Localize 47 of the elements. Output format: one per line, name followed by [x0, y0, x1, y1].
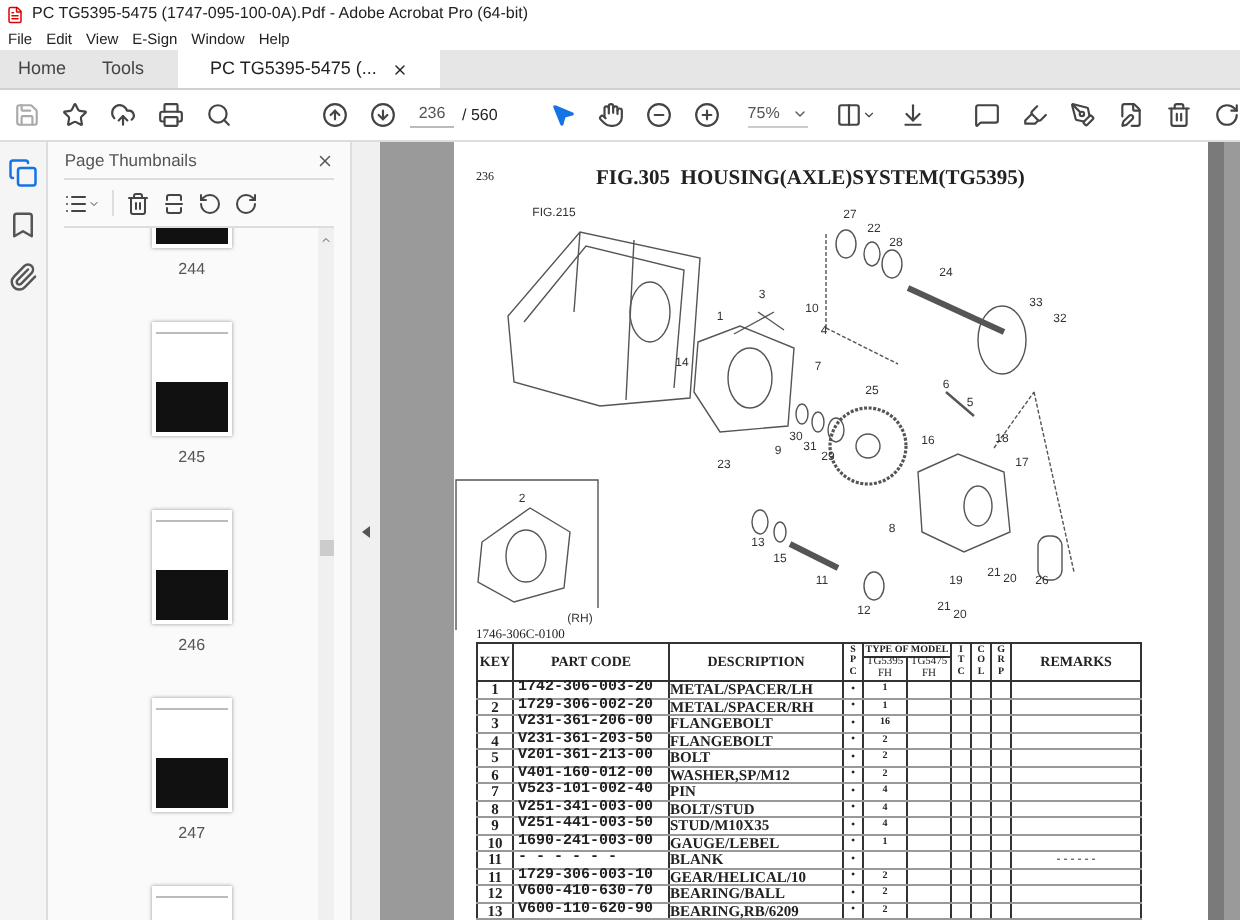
panel-title: Page Thumbnails: [64, 147, 197, 173]
page-total: / 560: [462, 103, 498, 127]
page-label: 246: [178, 634, 206, 658]
arrow-down-icon[interactable]: [370, 102, 396, 128]
page-thumbnail[interactable]: [151, 698, 232, 812]
zoom-dropdown[interactable]: 75%: [747, 102, 808, 128]
cloud-upload-icon[interactable]: [110, 102, 136, 128]
search-icon[interactable]: [206, 102, 232, 128]
bookmark-icon[interactable]: [8, 210, 39, 240]
caret-icon: [791, 106, 808, 122]
page-thumbnail[interactable]: [151, 322, 232, 436]
collapse-icon[interactable]: [362, 525, 371, 537]
page-layout-icon[interactable]: [835, 102, 876, 128]
print-icon[interactable]: [158, 102, 184, 128]
scroll-down-icon[interactable]: [899, 102, 926, 128]
rotate-right-icon[interactable]: [234, 191, 259, 215]
window-title: PC TG5395-5475 (1747-095-100-0A).Pdf - Adobe Acrobat Pro (64-bit): [32, 2, 528, 26]
trash-icon[interactable]: [1165, 102, 1192, 128]
hand-icon[interactable]: [597, 102, 624, 128]
edit-file-icon[interactable]: [1117, 102, 1144, 128]
scrollbar[interactable]: [318, 228, 335, 920]
page-thumbnail[interactable]: [151, 510, 232, 624]
pen-icon[interactable]: [1069, 102, 1096, 128]
figure-title: FIG.305 HOUSING(AXLE)SYSTEM(TG5395): [596, 170, 1025, 191]
scrollbar-thumb[interactable]: [319, 540, 334, 556]
close-icon[interactable]: [392, 61, 409, 77]
page-number-field[interactable]: 236: [410, 102, 454, 128]
page-label: 247: [178, 822, 206, 846]
paperclip-icon[interactable]: [8, 262, 39, 292]
rotate-left-icon[interactable]: [198, 191, 223, 215]
pdf-file-icon: [6, 5, 24, 23]
star-icon[interactable]: [62, 102, 88, 128]
page-label: 245: [178, 446, 206, 470]
zoom-out-icon[interactable]: [645, 102, 672, 128]
rotate-icon[interactable]: [1213, 102, 1240, 128]
pointer-icon[interactable]: [549, 102, 576, 128]
arrow-up-icon[interactable]: [322, 102, 348, 128]
trash-icon[interactable]: [126, 191, 151, 215]
scrollbar-track[interactable]: [1208, 142, 1225, 920]
comment-icon[interactable]: [973, 102, 1000, 128]
tab[interactable]: PC TG5395-5475 (...: [178, 50, 441, 88]
close-icon[interactable]: [316, 151, 335, 169]
pages-icon[interactable]: [8, 158, 39, 188]
highlighter-icon[interactable]: [1021, 102, 1048, 128]
page-label: 244: [178, 258, 206, 282]
zoom-in-icon[interactable]: [693, 102, 720, 128]
split-page-icon[interactable]: [162, 191, 187, 215]
